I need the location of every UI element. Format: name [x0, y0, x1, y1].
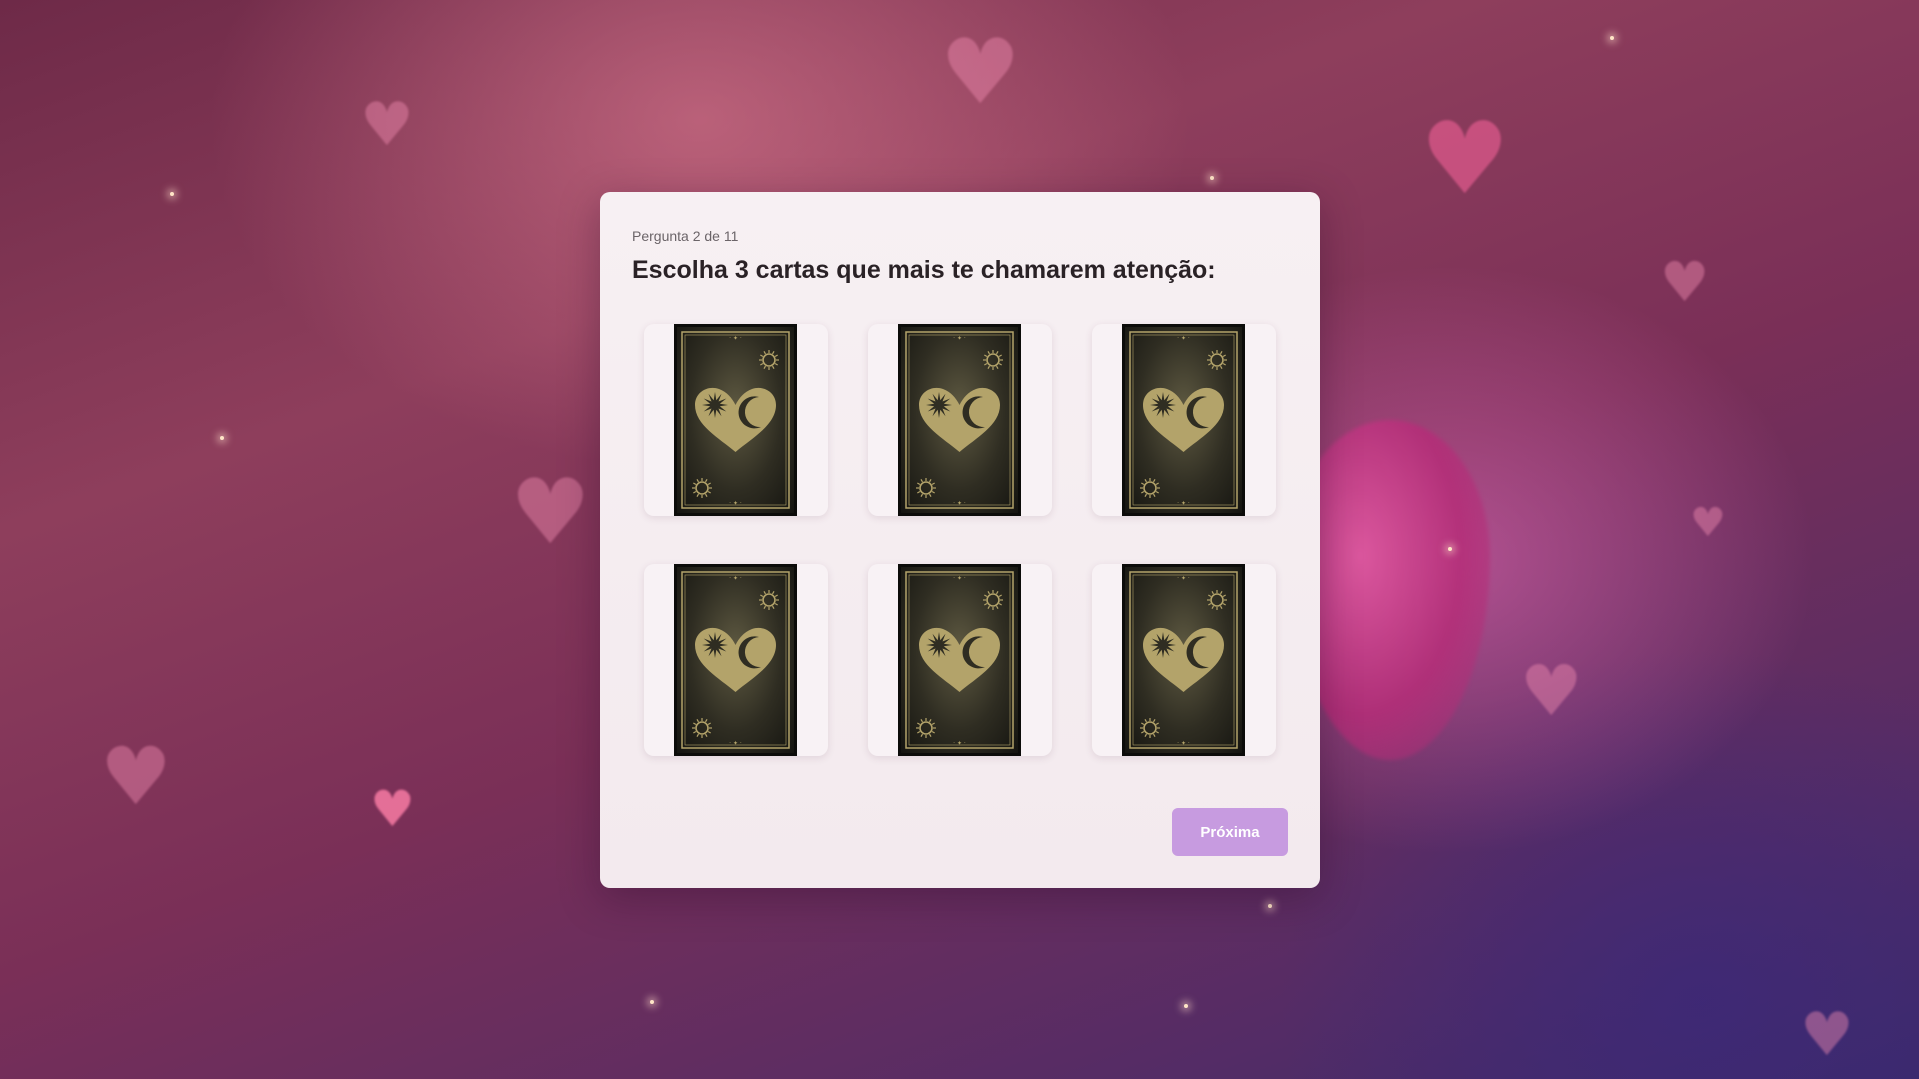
question-title: Escolha 3 cartas que mais te chamarem at…	[632, 256, 1216, 284]
svg-text:· ✦ ·: · ✦ ·	[1177, 575, 1190, 582]
tarot-card-5[interactable]: · ✦ · · ✦ ·	[868, 564, 1052, 756]
svg-text:· ✦ ·: · ✦ ·	[953, 500, 966, 507]
tarot-card-2[interactable]: · ✦ · · ✦ ·	[868, 324, 1052, 516]
tarot-card-back-icon: · ✦ · · ✦ ·	[898, 324, 1021, 516]
svg-text:· ✦ ·: · ✦ ·	[1177, 500, 1190, 507]
heart-icon: ♥	[1660, 250, 1710, 314]
question-progress: Pergunta 2 de 11	[632, 228, 739, 244]
quiz-panel: Pergunta 2 de 11 Escolha 3 cartas que ma…	[600, 192, 1320, 888]
heart-icon: ♥	[370, 780, 415, 838]
tarot-card-1[interactable]: · ✦ · · ✦ ·	[644, 324, 828, 516]
heart-icon: ♥	[360, 90, 414, 160]
svg-text:· ✦ ·: · ✦ ·	[1177, 335, 1190, 342]
heart-icon: ♥	[940, 20, 1021, 125]
tarot-card-back-icon: · ✦ · · ✦ ·	[674, 324, 797, 516]
svg-text:· ✦ ·: · ✦ ·	[953, 740, 966, 747]
svg-text:· ✦ ·: · ✦ ·	[729, 500, 742, 507]
tarot-card-back-icon: · ✦ · · ✦ ·	[898, 564, 1021, 756]
tarot-card-4[interactable]: · ✦ · · ✦ ·	[644, 564, 828, 756]
next-button[interactable]: Próxima	[1172, 808, 1288, 856]
sparkle-icon	[170, 192, 174, 196]
svg-text:· ✦ ·: · ✦ ·	[729, 740, 742, 747]
tarot-card-back-icon: · ✦ · · ✦ ·	[1122, 324, 1245, 516]
svg-text:· ✦ ·: · ✦ ·	[953, 575, 966, 582]
tarot-card-3[interactable]: · ✦ · · ✦ ·	[1092, 324, 1276, 516]
tarot-card-back-icon: · ✦ · · ✦ ·	[674, 564, 797, 756]
sparkle-icon	[220, 436, 224, 440]
heart-icon: ♥	[1520, 650, 1583, 732]
sparkle-icon	[1210, 176, 1214, 180]
svg-text:· ✦ ·: · ✦ ·	[729, 575, 742, 582]
background-heart-icon	[1290, 420, 1490, 760]
heart-icon: ♥	[1690, 500, 1726, 546]
heart-icon: ♥	[100, 730, 172, 823]
sparkle-icon	[1448, 547, 1452, 551]
svg-text:· ✦ ·: · ✦ ·	[953, 335, 966, 342]
sparkle-icon	[1610, 36, 1614, 40]
heart-icon: ♥	[1420, 100, 1510, 217]
card-grid: · ✦ · · ✦ · · ✦ · · ✦ · · ✦ · · ✦ · · ✦ …	[644, 324, 1280, 756]
svg-text:· ✦ ·: · ✦ ·	[1177, 740, 1190, 747]
tarot-card-back-icon: · ✦ · · ✦ ·	[1122, 564, 1245, 756]
svg-text:· ✦ ·: · ✦ ·	[729, 335, 742, 342]
sparkle-icon	[1268, 904, 1272, 908]
sparkle-icon	[650, 1000, 654, 1004]
heart-icon: ♥	[1800, 1000, 1854, 1070]
heart-icon: ♥	[510, 460, 591, 565]
sparkle-icon	[1184, 1004, 1188, 1008]
tarot-card-6[interactable]: · ✦ · · ✦ ·	[1092, 564, 1276, 756]
